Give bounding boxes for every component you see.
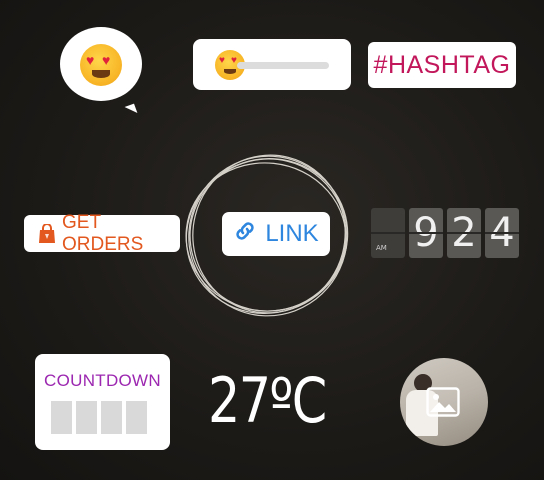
temperature-sticker[interactable]: 27ºC <box>208 361 327 441</box>
countdown-box <box>51 401 72 434</box>
ampm-tile: AM <box>371 208 405 258</box>
heart-eyes-emoji-icon: ♥ ♥ <box>80 44 122 86</box>
hashtag-sticker[interactable]: #HASHTAG <box>368 42 516 88</box>
ampm-label: AM <box>376 244 387 252</box>
countdown-boxes <box>51 401 147 434</box>
countdown-sticker[interactable]: COUNTDOWN <box>35 354 170 450</box>
get-orders-sticker[interactable]: GET ORDERS <box>24 212 180 255</box>
clock-digit: 9 <box>409 208 443 258</box>
slider-track[interactable] <box>237 62 329 69</box>
hashtag-label: #HASHTAG <box>373 50 511 79</box>
clock-digit: 2 <box>447 208 481 258</box>
link-label: LINK <box>265 220 319 247</box>
get-orders-label: GET ORDERS <box>62 211 144 255</box>
countdown-box <box>126 401 147 434</box>
emoji-slider-sticker[interactable]: ♥ ♥ <box>193 39 351 90</box>
countdown-box <box>76 401 97 434</box>
shopping-bag-icon <box>38 222 56 244</box>
image-icon <box>426 387 460 417</box>
time-sticker[interactable]: AM 9 2 4 <box>371 208 519 258</box>
link-icon <box>233 219 257 250</box>
countdown-box <box>101 401 122 434</box>
clock-digit: 4 <box>485 208 519 258</box>
emoji-bubble-sticker[interactable]: ♥ ♥ <box>60 27 152 117</box>
link-sticker[interactable]: LINK <box>222 212 330 256</box>
countdown-label: COUNTDOWN <box>44 371 161 390</box>
photo-sticker[interactable] <box>400 358 488 446</box>
